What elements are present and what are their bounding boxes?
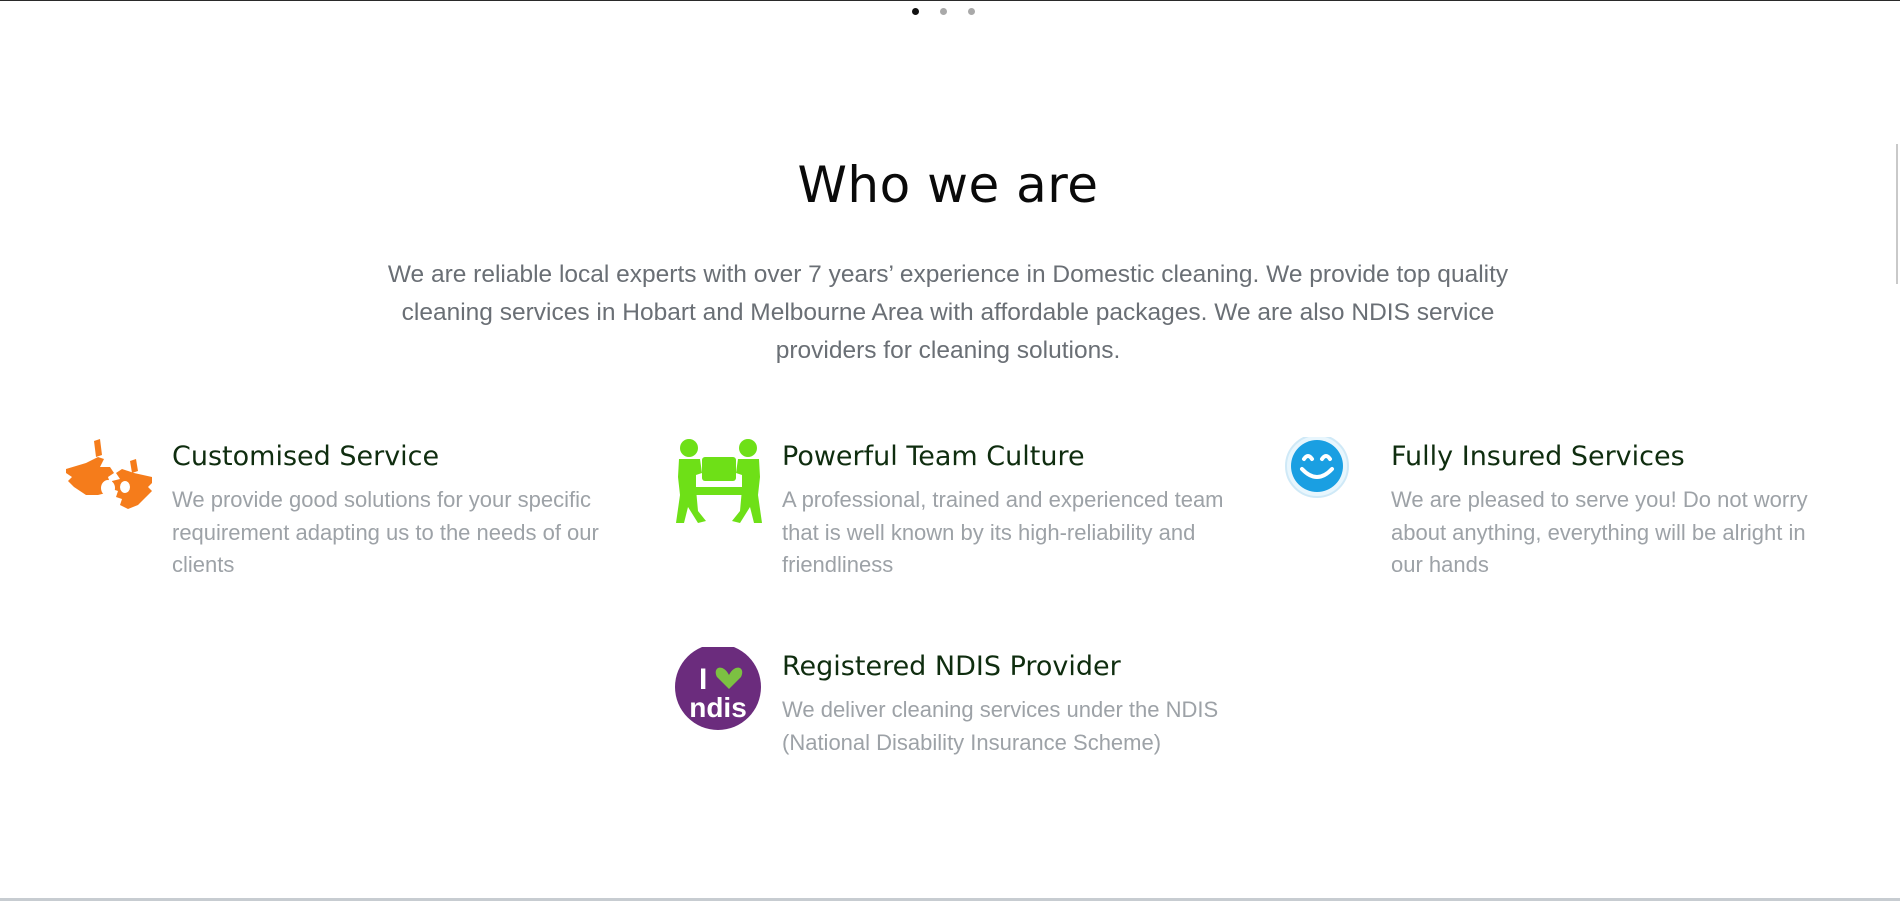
- feature-title: Customised Service: [172, 441, 440, 472]
- feature-text: We are pleased to serve you! Do not worr…: [1391, 487, 1808, 577]
- scrollbar-thumb[interactable]: [1896, 144, 1898, 284]
- hands-sign-icon: [64, 437, 154, 527]
- slider-pagination: [912, 8, 975, 16]
- section-title: Who we are: [797, 156, 1099, 214]
- section-intro: We are reliable local experts with over …: [387, 261, 1509, 364]
- top-border: [0, 0, 1900, 1]
- smiley-icon: [1283, 434, 1373, 527]
- feature-title: Registered NDIS Provider: [782, 651, 1121, 682]
- slider-dot-3[interactable]: [968, 8, 975, 15]
- slider-dot-1[interactable]: [912, 8, 919, 15]
- feature-text: We provide good solutions for your speci…: [172, 487, 599, 577]
- feature-title: Fully Insured Services: [1391, 441, 1685, 472]
- team-carry-icon: [674, 437, 764, 527]
- slider-dot-2[interactable]: [940, 8, 947, 15]
- feature-text: A professional, trained and experienced …: [782, 487, 1224, 577]
- feature-text: We deliver cleaning services under the N…: [782, 697, 1219, 755]
- feature-title: Powerful Team Culture: [782, 441, 1085, 472]
- svg-text:ndis: ndis: [689, 692, 747, 723]
- ndis-logo-icon: I ndis: [674, 644, 764, 737]
